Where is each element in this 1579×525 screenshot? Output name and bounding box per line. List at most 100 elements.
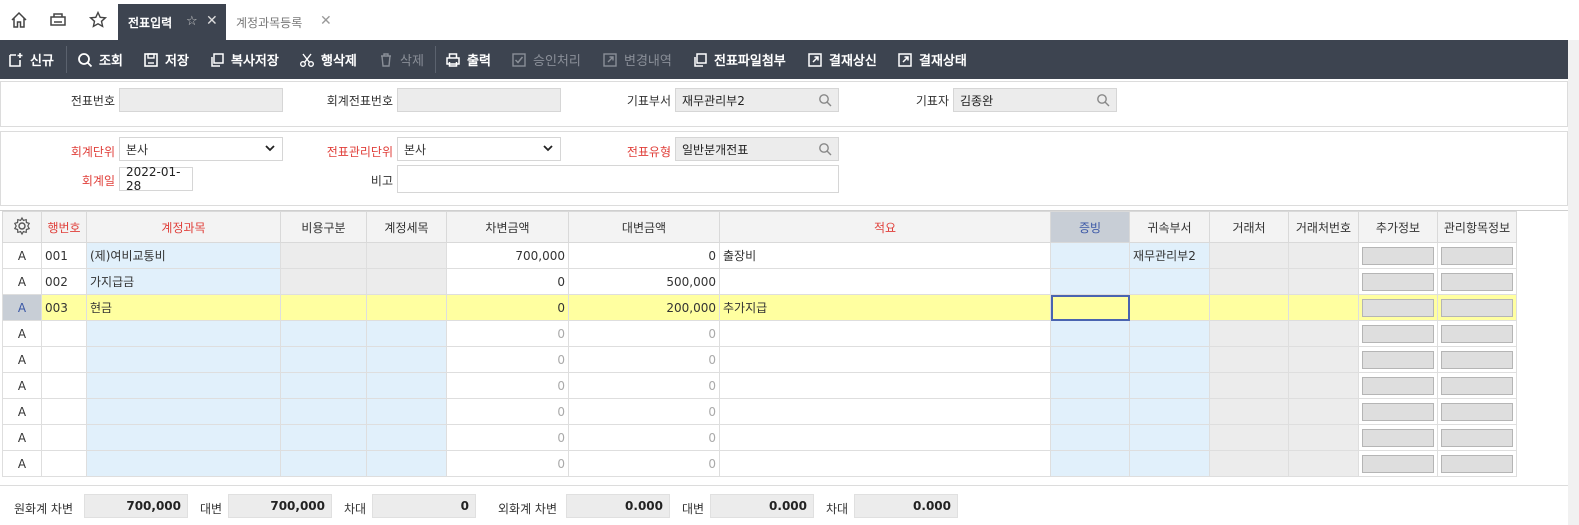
memo-cell[interactable] (719, 424, 1051, 451)
expense-type-cell[interactable] (280, 294, 367, 321)
mgmt-info-button[interactable] (1441, 428, 1513, 447)
evidence-cell[interactable] (1050, 424, 1130, 451)
account-cell[interactable] (86, 372, 281, 399)
mgmt-info-button[interactable] (1441, 376, 1513, 395)
settings-gear-icon[interactable] (12, 216, 32, 236)
dept-cell[interactable] (1129, 424, 1210, 451)
account-cell[interactable] (86, 424, 281, 451)
col-debit[interactable]: 차변금액 (446, 211, 569, 243)
close-icon[interactable]: ✕ (206, 13, 218, 29)
mgmt-info-button[interactable] (1441, 246, 1513, 265)
sub-account-cell[interactable] (366, 320, 447, 347)
credit-cell[interactable]: 0 (568, 398, 720, 425)
evidence-cell[interactable] (1050, 346, 1130, 373)
col-row-no[interactable]: 행번호 (41, 211, 87, 243)
dept-cell[interactable]: 재무관리부2 (1129, 242, 1210, 269)
print-button[interactable]: 출력 (445, 40, 491, 79)
customer-cell[interactable] (1209, 294, 1289, 321)
save-button[interactable]: 저장 (143, 40, 189, 79)
account-cell[interactable] (86, 450, 281, 477)
col-expense-type[interactable]: 비용구분 (280, 211, 367, 243)
customer-cell[interactable] (1209, 450, 1289, 477)
memo-cell[interactable]: 추가지급 (719, 294, 1051, 321)
dept-cell[interactable] (1129, 372, 1210, 399)
customer-cell[interactable] (1209, 424, 1289, 451)
delete-row-button[interactable]: 행삭제 (299, 40, 357, 79)
credit-cell[interactable]: 0 (568, 320, 720, 347)
table-row[interactable]: A 00 (2, 424, 1517, 451)
mgmt-info-button[interactable] (1441, 454, 1513, 473)
debit-cell[interactable]: 0 (446, 294, 569, 321)
search-icon[interactable] (818, 142, 832, 156)
history-button[interactable]: 변경내역 (602, 40, 672, 79)
memo-cell[interactable] (719, 346, 1051, 373)
expense-type-cell[interactable] (280, 372, 367, 399)
extra-info-button[interactable] (1362, 402, 1434, 421)
customer-no-cell[interactable] (1288, 294, 1359, 321)
evidence-cell[interactable] (1050, 450, 1130, 477)
sub-account-cell[interactable] (366, 450, 447, 477)
account-cell[interactable] (86, 320, 281, 347)
extra-info-button[interactable] (1362, 350, 1434, 369)
customer-cell[interactable] (1209, 320, 1289, 347)
col-credit[interactable]: 대변금액 (568, 211, 720, 243)
dept-cell[interactable] (1129, 320, 1210, 347)
extra-info-button[interactable] (1362, 454, 1434, 473)
extra-info-button[interactable] (1362, 428, 1434, 447)
credit-cell[interactable]: 0 (568, 424, 720, 451)
dept-cell[interactable] (1129, 294, 1210, 321)
print-tab-icon[interactable] (46, 8, 70, 32)
sub-account-cell[interactable] (366, 346, 447, 373)
extra-info-button[interactable] (1362, 272, 1434, 291)
search-icon[interactable] (818, 93, 832, 107)
row-flag-cell[interactable]: A (2, 398, 42, 425)
expense-type-cell[interactable] (280, 320, 367, 347)
debit-cell[interactable]: 0 (446, 450, 569, 477)
customer-no-cell[interactable] (1288, 242, 1359, 269)
dept-cell[interactable] (1129, 398, 1210, 425)
favorite-star-icon[interactable]: ☆ (186, 14, 198, 29)
col-customer-no[interactable]: 거래처번호 (1288, 211, 1359, 243)
customer-no-cell[interactable] (1288, 268, 1359, 295)
search-button[interactable]: 조회 (77, 40, 123, 79)
col-extra-info[interactable]: 추가정보 (1358, 211, 1438, 243)
customer-no-cell[interactable] (1288, 320, 1359, 347)
customer-cell[interactable] (1209, 268, 1289, 295)
expense-type-cell[interactable] (280, 268, 367, 295)
row-flag-cell[interactable]: A (2, 424, 42, 451)
table-row[interactable]: A 00 (2, 450, 1517, 477)
expense-type-cell[interactable] (280, 242, 367, 269)
evidence-cell[interactable] (1050, 320, 1130, 347)
customer-cell[interactable] (1209, 398, 1289, 425)
customer-cell[interactable] (1209, 242, 1289, 269)
account-cell[interactable]: (제)여비교통비 (86, 242, 281, 269)
row-flag-cell[interactable]: A (2, 346, 42, 373)
memo-cell[interactable] (719, 372, 1051, 399)
row-flag-cell[interactable]: A (2, 450, 42, 477)
account-cell[interactable]: 현금 (86, 294, 281, 321)
tab-account-registration[interactable]: 계정과목등록 ✕ (236, 4, 346, 40)
mgmt-info-button[interactable] (1441, 402, 1513, 421)
mgmt-unit-select[interactable]: 본사 (397, 137, 561, 161)
mgmt-info-button[interactable] (1441, 298, 1513, 317)
expense-type-cell[interactable] (280, 424, 367, 451)
dept-cell[interactable] (1129, 450, 1210, 477)
evidence-cell[interactable] (1050, 268, 1130, 295)
tab-voucher-entry[interactable]: 전표입력 ☆ ✕ (118, 4, 226, 40)
acct-date-field[interactable]: 2022-01-28 (119, 165, 193, 193)
customer-no-cell[interactable] (1288, 424, 1359, 451)
page-scrollbar[interactable] (1568, 40, 1579, 525)
memo-cell[interactable] (719, 450, 1051, 477)
voucher-no-field[interactable] (119, 88, 283, 112)
row-flag-cell[interactable]: A (2, 372, 42, 399)
debit-cell[interactable]: 0 (446, 398, 569, 425)
extra-info-button[interactable] (1362, 246, 1434, 265)
credit-cell[interactable]: 0 (568, 372, 720, 399)
debit-cell[interactable]: 0 (446, 372, 569, 399)
dept-cell[interactable] (1129, 346, 1210, 373)
remark-field[interactable] (397, 165, 839, 193)
sub-account-cell[interactable] (366, 398, 447, 425)
star-icon[interactable] (86, 8, 110, 32)
memo-cell[interactable]: 출장비 (719, 242, 1051, 269)
evidence-cell[interactable] (1050, 398, 1130, 425)
